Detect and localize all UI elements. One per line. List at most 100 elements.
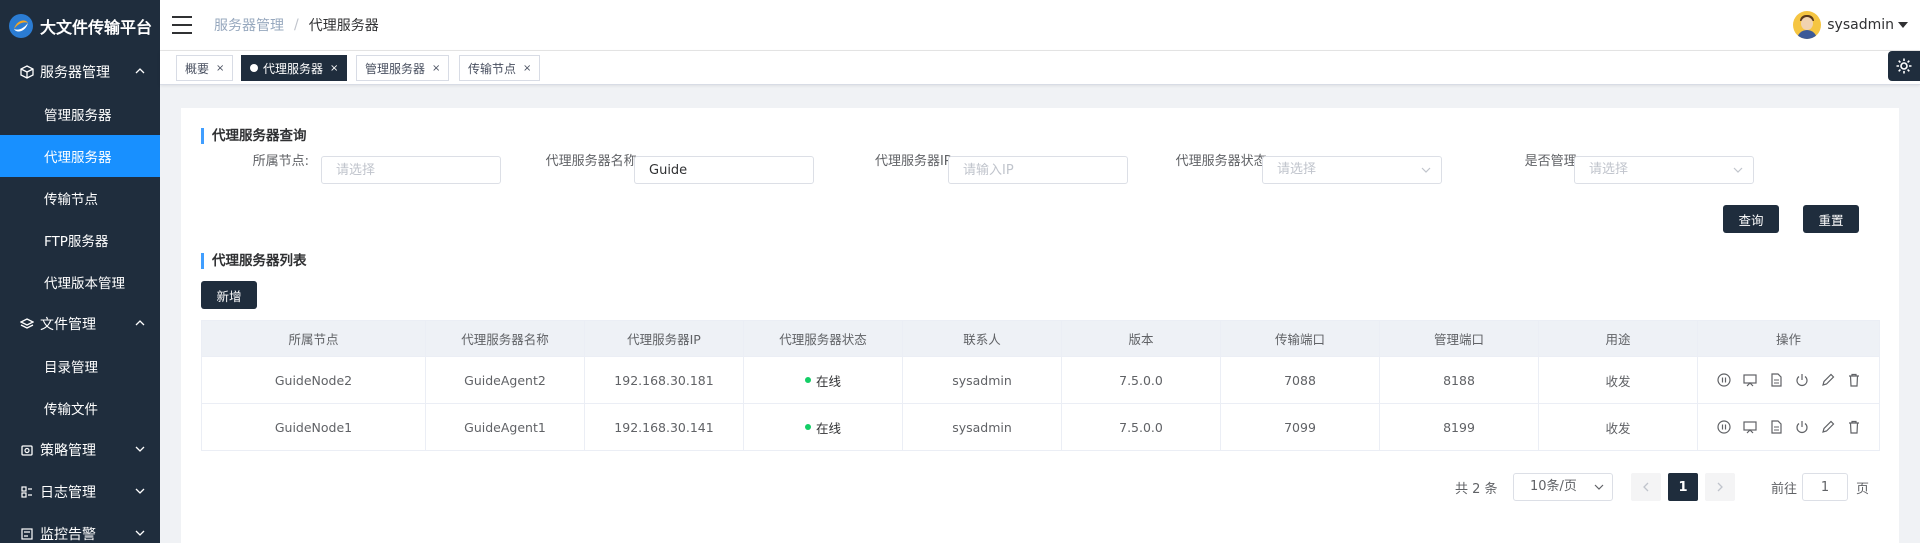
- monitor-icon[interactable]: [1742, 419, 1758, 435]
- layers-icon: [20, 318, 34, 329]
- cell-actions: [1698, 357, 1880, 404]
- sidebar-group-label: 日志管理: [40, 485, 96, 501]
- username: sysadmin: [1827, 17, 1894, 33]
- next-page-button[interactable]: [1705, 473, 1735, 501]
- chevron-up-icon: [135, 320, 145, 326]
- chevron-up-icon: [135, 68, 145, 74]
- close-icon[interactable]: ×: [216, 63, 224, 74]
- sidebar-group-label: 策略管理: [40, 443, 96, 459]
- document-icon[interactable]: [1768, 372, 1784, 388]
- gear-icon: [1896, 58, 1912, 74]
- column-header: 所属节点: [202, 321, 426, 357]
- cell-status: 在线: [744, 404, 903, 451]
- column-header: 版本: [1062, 321, 1221, 357]
- app-title: 大文件传输平台: [40, 17, 153, 37]
- tag-transfer-node[interactable]: 传输节点 ×: [459, 55, 541, 81]
- cell-ip: 192.168.30.141: [585, 404, 744, 451]
- sidebar-item-label: 传输节点: [44, 192, 98, 208]
- add-button[interactable]: 新增: [201, 281, 257, 309]
- cell-node: GuideNode2: [202, 357, 426, 404]
- power-icon[interactable]: [1794, 419, 1810, 435]
- goto-label: 前往: [1771, 482, 1798, 497]
- cell-actions: [1698, 404, 1880, 451]
- proxy-table: 所属节点 代理服务器名称 代理服务器IP 代理服务器状态 联系人 版本 传输端口…: [201, 320, 1880, 451]
- document-icon[interactable]: [1768, 419, 1784, 435]
- sidebar-item-manage-server[interactable]: 管理服务器: [0, 93, 160, 135]
- user-menu[interactable]: sysadmin: [1793, 11, 1908, 39]
- sidebar-group-policy[interactable]: 策略管理: [0, 429, 160, 471]
- sidebar-item-transfer-node[interactable]: 传输节点: [0, 177, 160, 219]
- status-text: 在线: [815, 420, 841, 436]
- pause-icon[interactable]: [1716, 372, 1732, 388]
- node-label: 所属节点:: [252, 154, 309, 169]
- sidebar-group-server[interactable]: 服务器管理: [0, 51, 160, 93]
- chevron-down-icon: [135, 530, 145, 536]
- sidebar-item-label: 管理服务器: [44, 108, 112, 124]
- edit-icon[interactable]: [1820, 419, 1836, 435]
- sidebar-group-monitor[interactable]: 监控告警: [0, 513, 160, 543]
- power-icon[interactable]: [1794, 372, 1810, 388]
- delete-icon[interactable]: [1846, 372, 1862, 388]
- cell-manage-port: 8199: [1380, 404, 1539, 451]
- pagination-total: 共 2 条: [1455, 482, 1498, 497]
- close-icon[interactable]: ×: [523, 63, 531, 74]
- status-label: 代理服务器状态:: [1175, 154, 1271, 169]
- sidebar-group-label: 文件管理: [40, 317, 96, 333]
- chevron-left-icon: [1643, 482, 1649, 492]
- page-size-value: 10条/页: [1530, 479, 1577, 494]
- query-title: 代理服务器查询: [201, 128, 307, 144]
- cell-version: 7.5.0.0: [1062, 404, 1221, 451]
- sidebar-item-directory[interactable]: 目录管理: [0, 345, 160, 387]
- list-title: 代理服务器列表: [201, 253, 307, 269]
- reset-button[interactable]: 重置: [1803, 205, 1859, 233]
- top-header: 服务器管理 / 代理服务器 sysadmin: [160, 0, 1920, 51]
- cell-name: GuideAgent1: [426, 404, 585, 451]
- cell-contact: sysadmin: [903, 357, 1062, 404]
- chevron-down-icon: [135, 488, 145, 494]
- goto-page-input[interactable]: [1802, 473, 1848, 501]
- ip-input[interactable]: [948, 156, 1128, 184]
- sidebar-item-ftp-server[interactable]: FTP服务器: [0, 219, 160, 261]
- column-header: 用途: [1539, 321, 1698, 357]
- sidebar-group-file[interactable]: 文件管理: [0, 303, 160, 345]
- sidebar-item-agent-version[interactable]: 代理版本管理: [0, 261, 160, 303]
- tag-overview[interactable]: 概要 ×: [176, 55, 234, 81]
- chevron-down-icon: [135, 446, 145, 452]
- status-select[interactable]: 请选择: [1262, 156, 1442, 184]
- cell-transfer-port: 7088: [1221, 357, 1380, 404]
- close-icon[interactable]: ×: [432, 63, 440, 74]
- monitor-icon[interactable]: [1742, 372, 1758, 388]
- edit-icon[interactable]: [1820, 372, 1836, 388]
- chevron-down-icon: [1594, 484, 1604, 490]
- name-label: 代理服务器名称:: [545, 154, 641, 169]
- sidebar-group-log[interactable]: 日志管理: [0, 471, 160, 513]
- search-button[interactable]: 查询: [1723, 205, 1779, 233]
- sidebar-item-label: 代理版本管理: [44, 276, 125, 292]
- managed-select[interactable]: 请选择: [1574, 156, 1754, 184]
- tag-manage-server[interactable]: 管理服务器 ×: [356, 55, 450, 81]
- settings-button[interactable]: [1888, 51, 1920, 81]
- close-icon[interactable]: ×: [330, 63, 338, 74]
- pause-icon[interactable]: [1716, 419, 1732, 435]
- breadcrumb-parent[interactable]: 服务器管理: [214, 15, 284, 35]
- column-header: 联系人: [903, 321, 1062, 357]
- prev-page-button[interactable]: [1631, 473, 1661, 501]
- sidebar-item-transfer-file[interactable]: 传输文件: [0, 387, 160, 429]
- table-row: GuideNode2 GuideAgent2 192.168.30.181 在线…: [202, 357, 1880, 404]
- node-select[interactable]: [321, 156, 501, 184]
- cell-usage: 收发: [1539, 404, 1698, 451]
- tag-proxy-server[interactable]: 代理服务器 ×: [241, 55, 348, 81]
- hamburger-icon[interactable]: [172, 16, 192, 34]
- sidebar-item-label: 目录管理: [44, 360, 98, 376]
- tag-label: 代理服务器: [263, 61, 324, 76]
- sidebar-group-label: 监控告警: [40, 527, 96, 543]
- page-number-current[interactable]: 1: [1668, 473, 1698, 501]
- page-size-select[interactable]: 10条/页: [1513, 473, 1613, 501]
- sidebar-item-proxy-server[interactable]: 代理服务器: [0, 135, 160, 177]
- managed-label: 是否管理:: [1524, 154, 1581, 169]
- avatar: [1793, 11, 1822, 39]
- delete-icon[interactable]: [1846, 419, 1862, 435]
- name-input[interactable]: [634, 156, 814, 184]
- cube-icon: [20, 65, 34, 79]
- app-logo[interactable]: 大文件传输平台: [0, 0, 160, 51]
